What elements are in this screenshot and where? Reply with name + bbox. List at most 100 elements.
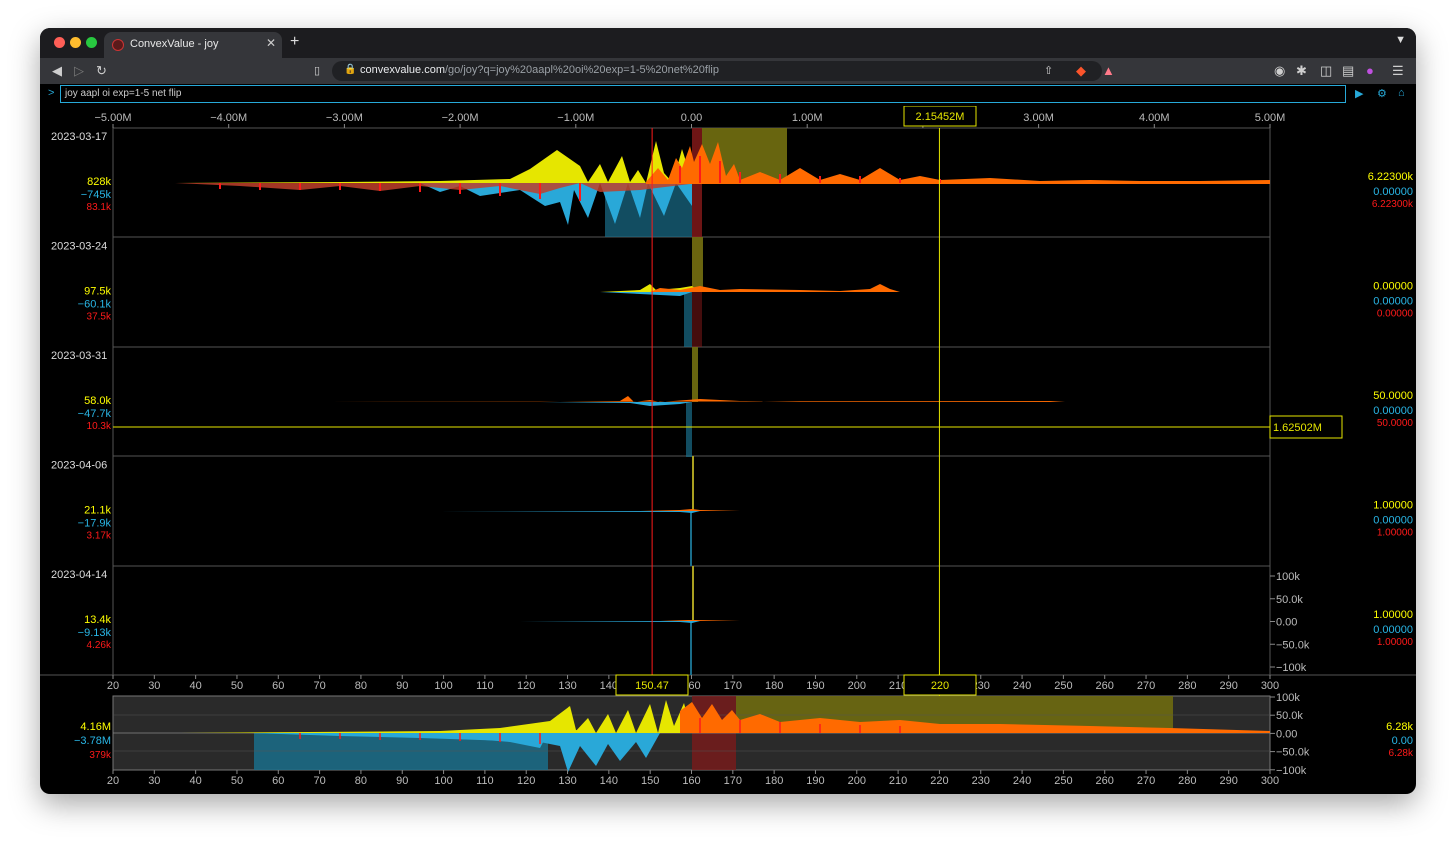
panel3-yellow-band xyxy=(692,347,698,402)
x-tick-label: 190 xyxy=(806,680,824,692)
tab-list-chevron-icon[interactable]: ▼ xyxy=(1395,34,1406,46)
browser-toolbar: ◀ ▷ ↻ ▯ 🔒 convexvalue.com/go/joy?q=joy%2… xyxy=(40,58,1416,84)
wallet-icon[interactable]: ▤ xyxy=(1342,62,1354,80)
x-tick-label: 120 xyxy=(517,680,535,692)
x-tick-label: 90 xyxy=(396,680,408,692)
url-text: convexvalue.com/go/joy?q=joy%20aapl%20oi… xyxy=(360,64,719,76)
tab-title: ConvexValue - joy xyxy=(130,38,219,50)
top-tick-label: 4.00M xyxy=(1139,112,1170,124)
summary-x-tick-label: 180 xyxy=(765,775,783,787)
run-icon[interactable]: ▶ xyxy=(1355,87,1363,100)
panel3-cyan-band xyxy=(686,402,692,457)
x-tick-label: 30 xyxy=(148,680,160,692)
settings-icon[interactable]: ⚙ xyxy=(1377,87,1387,100)
summary-x-tick-label: 90 xyxy=(396,775,408,787)
top-tick-label: −5.00M xyxy=(95,112,132,124)
panel5-yellow-band xyxy=(692,566,694,621)
panel-right-cyan: 0.00000 xyxy=(1373,515,1413,527)
panel-labels: 2023-03-17828k−745k83.1k6.22300k0.000006… xyxy=(51,131,1414,651)
summary-x-tick-label: 290 xyxy=(1219,775,1237,787)
summary-yellow-value: 4.16M xyxy=(80,721,111,733)
panel-right-cyan: 0.00000 xyxy=(1373,186,1413,198)
favicon-icon xyxy=(112,39,124,51)
panel-cyan-value: −745k xyxy=(81,189,112,201)
sidebar-icon[interactable]: ◫ xyxy=(1320,62,1332,80)
command-input[interactable]: joy aapl oi exp=1-5 net flip xyxy=(60,85,1346,103)
x-tick-label: 170 xyxy=(724,680,742,692)
x-cursor-value: 220 xyxy=(931,680,949,692)
profile-avatar[interactable]: ● xyxy=(1366,62,1374,80)
summary-x-tick-label: 40 xyxy=(190,775,202,787)
x-cursor-callout: 220 xyxy=(903,674,977,696)
summary-x-tick-label: 270 xyxy=(1137,775,1155,787)
panel-right-red: 50.0000 xyxy=(1377,418,1414,429)
reader-icon[interactable]: ◉ xyxy=(1274,62,1285,80)
address-bar[interactable]: 🔒 convexvalue.com/go/joy?q=joy%20aapl%20… xyxy=(332,61,1102,81)
panel-red-value: 83.1k xyxy=(87,202,112,213)
top-tick-label: −3.00M xyxy=(326,112,363,124)
panel4-yellow-band xyxy=(692,456,694,511)
bookmark-icon[interactable]: ▯ xyxy=(314,62,320,80)
extensions-icon[interactable]: ✱ xyxy=(1296,62,1307,80)
summary-x-tick-label: 190 xyxy=(806,775,824,787)
panel2-distribution xyxy=(440,284,900,296)
command-prompt-icon: > xyxy=(48,87,55,99)
summary-x-tick-label: 60 xyxy=(272,775,284,787)
panel-cyan-value: −17.9k xyxy=(78,518,112,530)
close-window-icon[interactable] xyxy=(54,37,65,48)
menu-icon[interactable]: ☰ xyxy=(1392,62,1404,80)
x-tick-label: 80 xyxy=(355,680,367,692)
home-icon[interactable]: ⌂ xyxy=(1398,87,1405,99)
panel5-y-tick-label: −50.0k xyxy=(1276,639,1310,651)
spot-callout: 150.47 xyxy=(615,674,689,696)
spot-value: 150.47 xyxy=(635,680,669,692)
forward-icon[interactable]: ▷ xyxy=(74,62,84,80)
panel-right-cyan: 0.00000 xyxy=(1373,296,1413,308)
summary-x-tick-label: 50 xyxy=(231,775,243,787)
x-tick-label: 130 xyxy=(558,680,576,692)
back-icon[interactable]: ◀ xyxy=(52,62,62,80)
panel-right-cyan: 0.00000 xyxy=(1373,624,1413,636)
share-icon[interactable]: ⇧ xyxy=(1044,62,1053,80)
x-tick-label: 200 xyxy=(848,680,866,692)
panel4-cyan-band xyxy=(690,511,692,566)
panel-date: 2023-03-24 xyxy=(51,241,107,253)
top-cursor-value: 2.15452M xyxy=(916,111,965,123)
lock-icon: 🔒 xyxy=(344,64,357,75)
panel-cyan-value: −60.1k xyxy=(78,299,112,311)
x-tick-label: 180 xyxy=(765,680,783,692)
x-axis: 2030405060708090100110120130140150160170… xyxy=(107,675,1279,692)
top-axis: −5.00M −4.00M −3.00M −2.00M −1.00M 0.00 1.00M 2… xyxy=(95,112,1285,128)
summary-x-tick-label: 210 xyxy=(889,775,907,787)
panel-red-value: 10.3k xyxy=(87,421,112,432)
panel-date: 2023-03-17 xyxy=(51,131,107,143)
summary-x-tick-label: 280 xyxy=(1178,775,1196,787)
panel-right-yellow: 1.00000 xyxy=(1373,500,1413,512)
brave-rewards-icon[interactable]: ▲ xyxy=(1102,62,1115,80)
tab-bar: ConvexValue - joy ✕ + ▼ xyxy=(40,28,1416,58)
summary-x-tick-label: 200 xyxy=(848,775,866,787)
minimize-window-icon[interactable] xyxy=(70,37,81,48)
x-tick-label: 20 xyxy=(107,680,119,692)
browser-tab[interactable]: ConvexValue - joy ✕ xyxy=(104,32,282,58)
summary-x-axis: 20 30 40 50 60 70 80 90 100 110 120 130 140 150 160 170… xyxy=(107,770,1279,787)
panel-yellow-value: 21.1k xyxy=(84,505,111,517)
brave-shield-icon[interactable]: ◆ xyxy=(1076,62,1086,80)
summary-x-tick-label: 220 xyxy=(930,775,948,787)
reload-icon[interactable]: ↻ xyxy=(96,62,107,80)
panel-right-yellow: 0.00000 xyxy=(1373,281,1413,293)
command-bar: > joy aapl oi exp=1-5 net flip ▶ ⚙ ⌂ xyxy=(40,84,1416,106)
summary-x-tick-label: 170 xyxy=(724,775,742,787)
x-tick-label: 290 xyxy=(1219,680,1237,692)
panel-yellow-value: 13.4k xyxy=(84,614,111,626)
panel-yellow-value: 97.5k xyxy=(84,286,111,298)
x-tick-label: 260 xyxy=(1096,680,1114,692)
maximize-window-icon[interactable] xyxy=(86,37,97,48)
new-tab-icon[interactable]: + xyxy=(290,33,299,51)
joy-chart[interactable]: −5.00M −4.00M −3.00M −2.00M −1.00M 0.00 1.00M 2… xyxy=(40,106,1416,794)
panel4-distribution xyxy=(430,509,770,513)
top-tick-label: −1.00M xyxy=(557,112,594,124)
panel5-y-tick-label: 50.0k xyxy=(1276,594,1303,606)
panel-right-yellow: 6.22300k xyxy=(1368,171,1414,183)
tab-close-icon[interactable]: ✕ xyxy=(266,36,276,50)
